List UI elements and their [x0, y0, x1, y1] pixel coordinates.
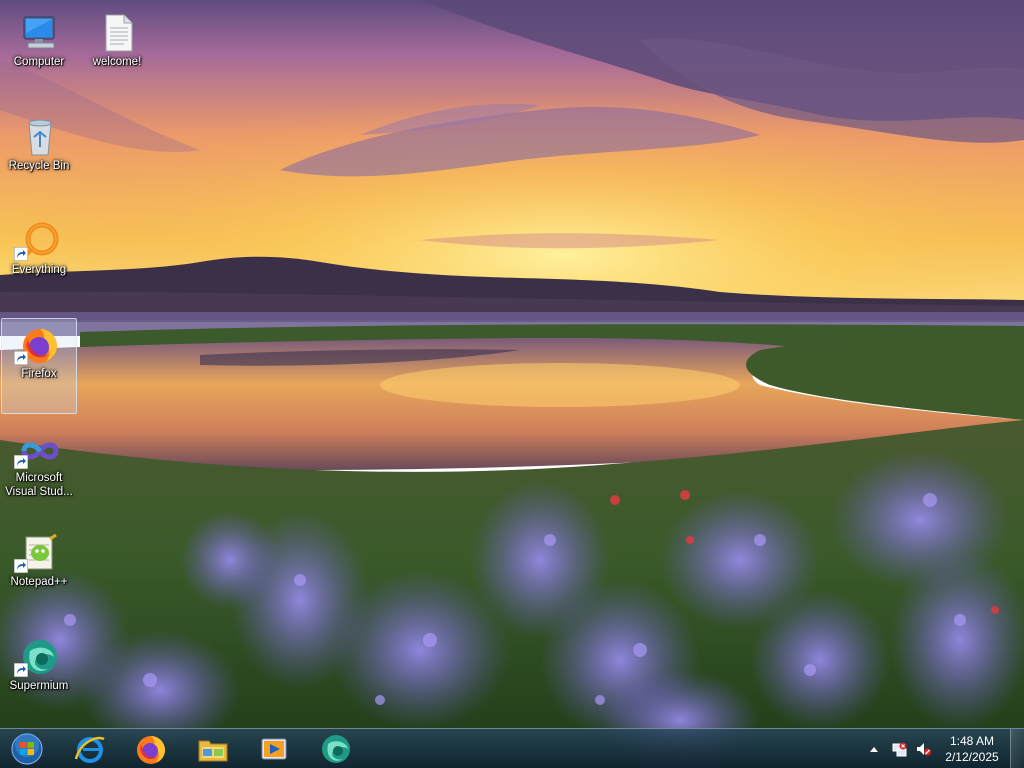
desktop-icon-visual-studio[interactable]: Microsoft Visual Stud...	[1, 422, 77, 518]
desktop-icon-label: welcome!	[92, 56, 142, 68]
desktop-icon-everything[interactable]: Everything	[1, 214, 77, 310]
desktop-icon-welcome[interactable]: welcome!	[79, 6, 155, 102]
start-button[interactable]	[0, 731, 54, 767]
volume-muted-icon	[917, 743, 931, 756]
shortcut-arrow-icon	[14, 455, 28, 469]
start-orb-icon	[11, 733, 43, 765]
desktop-icon-supermium[interactable]: Supermium	[1, 630, 77, 726]
taskbar-media-player[interactable]	[246, 731, 302, 767]
desktop-icon-notepad-plus-plus[interactable]: Notepad++	[1, 526, 77, 622]
taskbar-file-explorer[interactable]	[185, 731, 241, 767]
firefox-icon	[137, 736, 165, 764]
desktop-icon-label: Firefox	[21, 368, 57, 380]
desktop-icon-recycle-bin[interactable]: Recycle Bin	[1, 110, 77, 206]
shortcut-arrow-icon	[14, 351, 28, 365]
media-player-icon	[261, 738, 287, 760]
desktop-icon-label: Computer	[13, 56, 65, 68]
computer-icon	[20, 13, 60, 53]
show-hidden-icons-button[interactable]	[866, 741, 882, 757]
desktop-icon-label: Recycle Bin	[8, 160, 70, 172]
taskbar-supermium[interactable]	[308, 731, 364, 767]
desktop-icon-label: Supermium	[9, 680, 69, 692]
text-file-icon	[98, 13, 138, 53]
shortcut-arrow-icon	[14, 663, 28, 677]
desktop-icon-firefox[interactable]: Firefox	[1, 318, 77, 414]
desktop-icon-computer[interactable]: Computer	[1, 6, 77, 102]
taskbar: 1:48 AM 2/12/2025	[0, 728, 1024, 768]
wallpaper	[0, 0, 1024, 768]
clock-time: 1:48 AM	[949, 734, 995, 748]
clock-date: 2/12/2025	[945, 750, 999, 764]
desktop-icon-label: Everything	[11, 264, 67, 276]
shortcut-arrow-icon	[14, 559, 28, 573]
clock[interactable]: 1:48 AM 2/12/2025	[936, 733, 1008, 765]
desktop-icon-label: Microsoft Visual Stud...	[5, 472, 73, 498]
show-desktop-button[interactable]	[1010, 729, 1024, 768]
network-tray-button[interactable]	[891, 741, 907, 757]
volume-tray-button[interactable]	[915, 741, 931, 757]
recycle-bin-icon	[20, 117, 60, 157]
supermium-icon	[322, 735, 350, 763]
taskbar-firefox[interactable]	[123, 731, 179, 767]
taskbar-internet-explorer[interactable]	[62, 731, 118, 767]
show-hidden-icons-icon	[870, 747, 878, 752]
desktop-icon-label: Notepad++	[10, 576, 68, 588]
desktop[interactable]: Computer welcome! Recycle Bin Everything…	[0, 0, 1024, 768]
shortcut-arrow-icon	[14, 247, 28, 261]
network-icon	[892, 742, 907, 757]
internet-explorer-icon	[74, 736, 105, 763]
file-explorer-icon	[198, 740, 228, 762]
